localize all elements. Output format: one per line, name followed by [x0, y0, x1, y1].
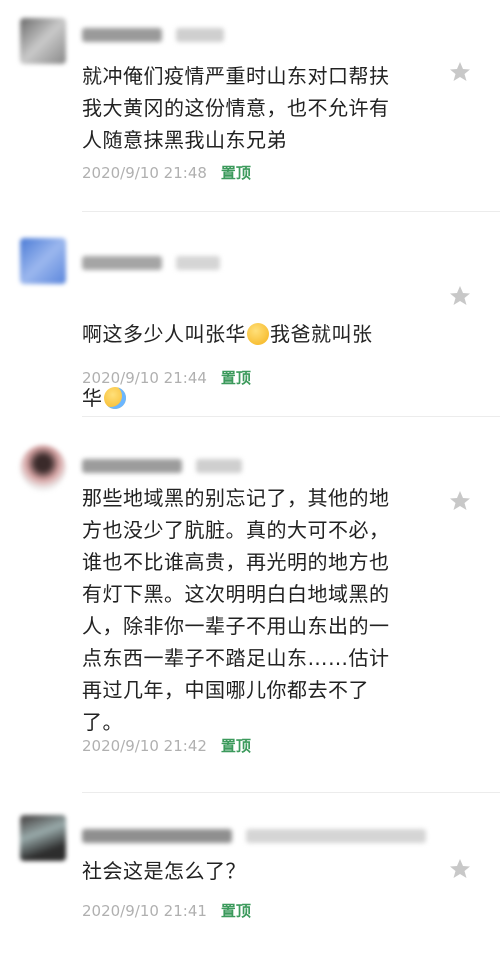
username-blurred[interactable]	[82, 256, 162, 270]
timestamp: 2020/9/10 21:44	[82, 368, 207, 387]
comment-text-part: 我爸就叫张	[270, 322, 373, 346]
username-blurred[interactable]	[82, 829, 232, 843]
comment-meta: 2020/9/10 21:44 置顶	[82, 367, 251, 388]
timestamp: 2020/9/10 21:42	[82, 736, 207, 755]
avatar[interactable]	[20, 238, 66, 284]
comment-text: 社会这是怎么了？	[82, 859, 246, 883]
user-badge-blurred	[176, 28, 224, 42]
comment-meta: 2020/9/10 21:48 置顶	[82, 162, 251, 183]
timestamp: 2020/9/10 21:41	[82, 901, 207, 920]
crying-face-emoji-icon	[103, 387, 126, 409]
star-icon[interactable]	[448, 857, 472, 881]
comment-text-part: 啊这多少人叫张华	[82, 322, 246, 346]
comment-meta: 2020/9/10 21:41 置顶	[82, 900, 251, 921]
comment-item: 啊这多少人叫张华 我爸就叫张 华 2020/9/10 21:44 置顶	[0, 212, 500, 417]
grimacing-face-emoji-icon	[247, 323, 269, 345]
comment-item: 就冲俺们疫情严重时山东对口帮扶 我大黄冈的这份情意，也不允许有 人随意抹黑我山东…	[0, 0, 500, 212]
user-badge-blurred	[246, 829, 426, 843]
comment-text-part: 华	[82, 386, 103, 410]
comment-item: 社会这是怎么了？ 2020/9/10 21:41 置顶	[0, 793, 500, 956]
username-blurred[interactable]	[82, 28, 162, 42]
comment-item: 那些地域黑的别忘记了，其他的地 方也没少了肮脏。真的大可不必， 谁也不比谁高贵，…	[0, 417, 500, 793]
avatar[interactable]	[20, 18, 66, 64]
username-blurred[interactable]	[82, 459, 182, 473]
pin-button[interactable]: 置顶	[221, 367, 251, 388]
avatar[interactable]	[20, 445, 66, 491]
star-icon[interactable]	[448, 284, 472, 308]
user-badge-blurred	[176, 256, 220, 270]
pin-button[interactable]: 置顶	[221, 735, 251, 756]
avatar[interactable]	[20, 815, 66, 861]
star-icon[interactable]	[448, 60, 472, 84]
pin-button[interactable]: 置顶	[221, 162, 251, 183]
user-badge-blurred	[196, 459, 242, 473]
comment-text: 那些地域黑的别忘记了，其他的地 方也没少了肮脏。真的大可不必， 谁也不比谁高贵，…	[82, 486, 390, 734]
timestamp: 2020/9/10 21:48	[82, 163, 207, 182]
comment-meta: 2020/9/10 21:42 置顶	[82, 735, 251, 756]
star-icon[interactable]	[448, 489, 472, 513]
pin-button[interactable]: 置顶	[221, 900, 251, 921]
comment-text: 就冲俺们疫情严重时山东对口帮扶 我大黄冈的这份情意，也不允许有 人随意抹黑我山东…	[82, 64, 390, 152]
comment-text: 啊这多少人叫张华 我爸就叫张 华	[82, 286, 412, 414]
